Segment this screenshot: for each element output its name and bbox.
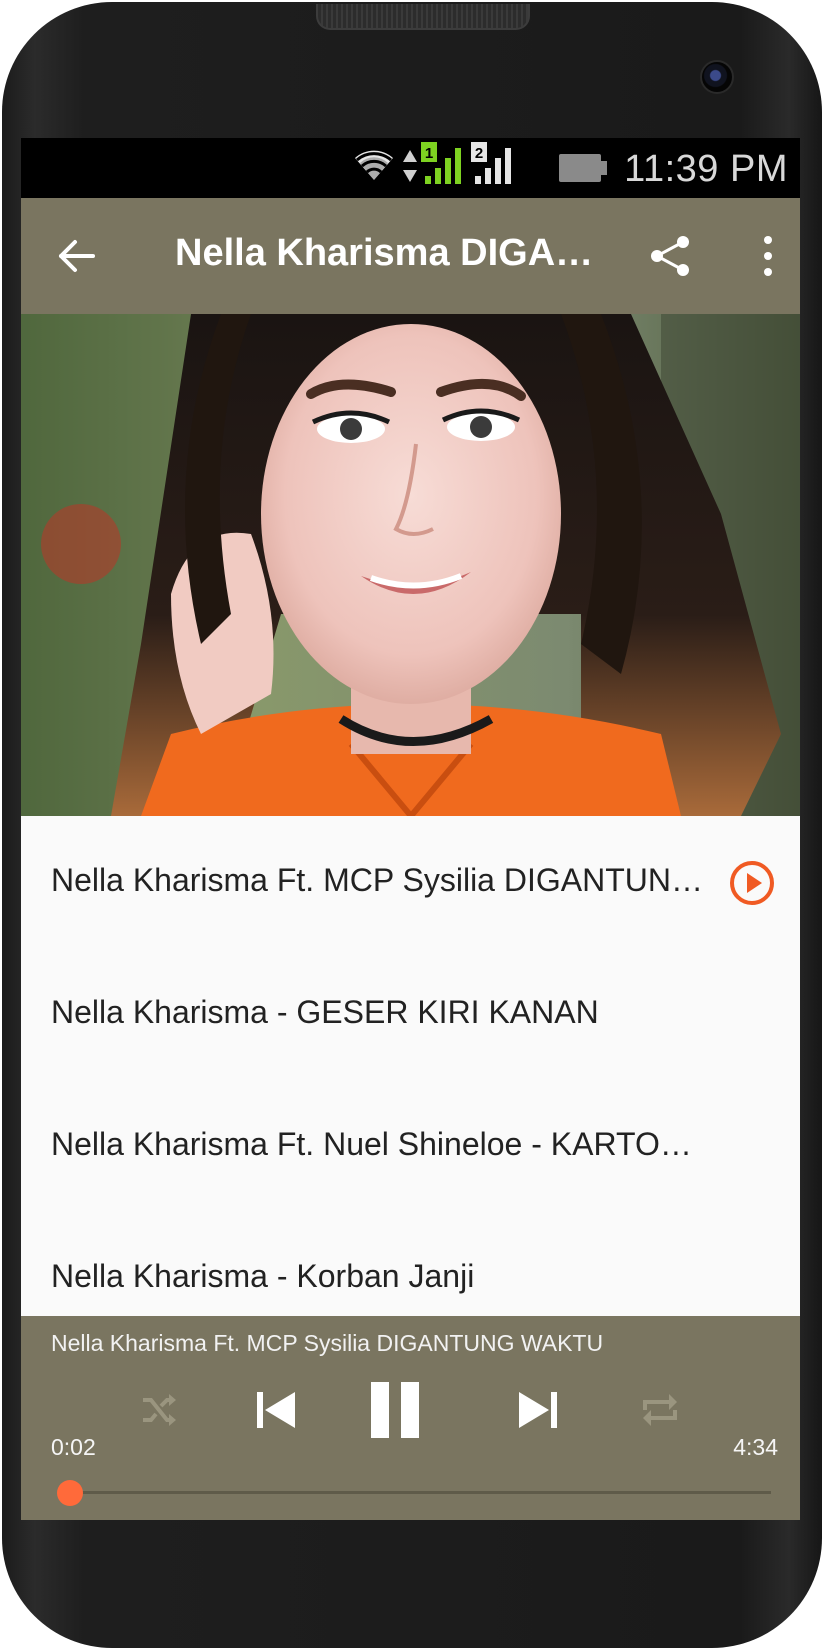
skip-next-icon[interactable] (515, 1388, 561, 1432)
app-title: Nella Kharisma DIGANTUNG WAKTU (175, 232, 595, 274)
track-title: Nella Kharisma Ft. Nuel Shineloe - KARTO… (51, 1126, 711, 1162)
screen: 1 2 11:39 PM Nella Kharisma DIGAN Nella … (21, 138, 800, 1520)
wifi-icon (355, 150, 393, 180)
skip-previous-icon[interactable] (253, 1388, 299, 1432)
front-camera (700, 60, 734, 94)
track-title: Nella Kharisma - Korban Janji (51, 1258, 475, 1294)
phone-device: 1 2 11:39 PM Nella Kharisma DIGAN Nella … (0, 0, 825, 1650)
shuffle-icon[interactable] (139, 1390, 179, 1430)
sim2-signal-icon: 2 (471, 142, 511, 184)
battery-icon (559, 154, 607, 182)
sim1-signal-icon: 1 (421, 142, 461, 184)
speaker-grille (316, 4, 530, 30)
album-art-photo (21, 314, 800, 816)
app-bar: Nella Kharisma DIGANTUNG WAKTU (21, 198, 800, 314)
seek-bar[interactable] (65, 1491, 771, 1494)
arrow-back-icon[interactable] (55, 234, 99, 278)
pause-icon[interactable] (365, 1380, 425, 1440)
sim2-label: 2 (475, 145, 483, 162)
share-icon[interactable] (647, 232, 695, 280)
track-item[interactable]: Nella Kharisma Ft. MCP Sysilia DIGANTUNG… (21, 816, 800, 948)
play-circle-icon[interactable] (727, 858, 777, 908)
now-playing-title: Nella Kharisma Ft. MCP Sysilia DIGANTUNG… (51, 1330, 604, 1356)
more-vert-icon[interactable] (761, 234, 775, 278)
track-title: Nella Kharisma - GESER KIRI KANAN (51, 994, 599, 1030)
elapsed-time: 0:02 (51, 1434, 96, 1460)
player-bar: Nella Kharisma Ft. MCP Sysilia DIGANTUNG… (21, 1316, 800, 1520)
status-bar: 1 2 11:39 PM (21, 138, 800, 198)
sim1-label: 1 (425, 145, 433, 162)
seek-thumb[interactable] (56, 1480, 83, 1506)
track-title: Nella Kharisma Ft. MCP Sysilia DIGANTUNG… (51, 862, 711, 898)
track-item[interactable]: Nella Kharisma Ft. Nuel Shineloe - KARTO… (21, 1080, 800, 1212)
duration-time: 4:34 (733, 1434, 778, 1460)
repeat-icon[interactable] (639, 1390, 681, 1430)
track-item[interactable]: Nella Kharisma - GESER KIRI KANAN (21, 948, 800, 1080)
album-art (21, 314, 800, 816)
status-time: 11:39 PM (624, 148, 788, 190)
data-arrows-icon (403, 150, 417, 182)
